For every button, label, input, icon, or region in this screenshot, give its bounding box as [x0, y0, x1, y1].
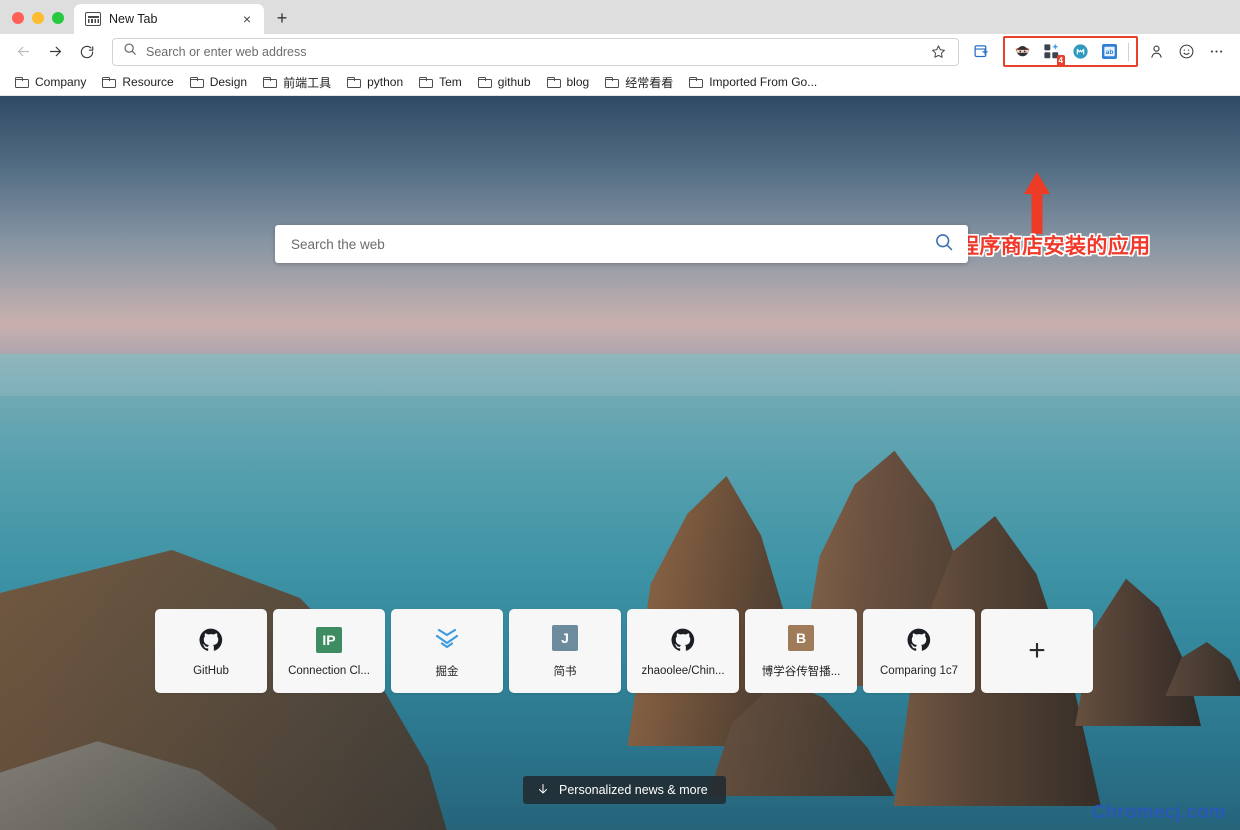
github-icon [904, 625, 934, 655]
folder-icon [263, 76, 278, 88]
collections-icon[interactable] [967, 38, 995, 66]
folder-icon [605, 76, 620, 88]
github-icon [668, 625, 698, 655]
bookmark-label: 前端工具 [283, 75, 332, 90]
address-bar[interactable]: Search or enter web address [112, 37, 959, 66]
browser-toolbar: Search or enter web address 4 ab [0, 34, 1240, 69]
folder-icon [477, 76, 492, 88]
tile-label: 简书 [553, 666, 577, 678]
search-icon [123, 42, 137, 61]
tile-juejin[interactable]: 掘金 [391, 609, 503, 693]
profile-icon[interactable] [1142, 38, 1170, 66]
address-bar-input[interactable]: Search or enter web address [146, 45, 915, 59]
site-watermark: Chromecj.com [1091, 802, 1226, 823]
extension-badge-count: 4 [1056, 54, 1065, 66]
folder-icon [15, 76, 29, 88]
plus-icon: + [1028, 634, 1046, 667]
shortcut-tiles: GitHub IP Connection Cl... 掘金 J 简书 zhaoo… [155, 609, 1093, 693]
tile-label: 博学谷传智播... [761, 666, 841, 678]
ninja-extension-icon[interactable] [1009, 39, 1035, 65]
up-arrow-annotation [1024, 172, 1050, 234]
tile-zhaoolee-chinese[interactable]: zhaoolee/Chin... [627, 609, 739, 693]
folder-icon [689, 76, 704, 88]
tile-comparing-1c7[interactable]: Comparing 1c7 [863, 609, 975, 693]
bookmark-item[interactable]: python [340, 72, 410, 92]
tile-boxuegu[interactable]: B 博学谷传智播... [745, 609, 857, 693]
bookmarks-bar: Company Resource Design 前端工具 python Tem … [0, 69, 1240, 96]
bookmark-item[interactable]: Design [183, 72, 254, 92]
github-icon [196, 625, 226, 655]
folder-icon [102, 76, 117, 88]
add-shortcut-button[interactable]: + [981, 609, 1093, 693]
bookmark-item[interactable]: 经常看看 [598, 71, 680, 94]
extensions-highlight-box: 4 ab [1003, 36, 1138, 67]
bookmark-label: blog [566, 75, 590, 89]
bookmark-item[interactable]: github [471, 72, 538, 92]
title-bar: New Tab × + [0, 0, 1240, 34]
down-arrow-icon [537, 782, 549, 799]
back-arrow-icon[interactable] [8, 38, 38, 66]
smiley-icon[interactable] [1172, 38, 1200, 66]
blocks-extension-icon[interactable]: 4 [1038, 39, 1065, 66]
web-search-input[interactable]: Search the web [291, 237, 934, 252]
new-tab-page: 从Chrome扩展程序商店安装的应用 Search the web GitHub… [0, 96, 1240, 830]
minimize-window-button[interactable] [32, 12, 44, 24]
tile-label: zhaoolee/Chin... [641, 665, 725, 677]
tile-connection-cl[interactable]: IP Connection Cl... [273, 609, 385, 693]
more-dots-icon[interactable] [1202, 38, 1230, 66]
bookmark-label: 经常看看 [625, 75, 674, 90]
bookmark-item[interactable]: Tem [412, 72, 469, 92]
bookmark-item[interactable]: Company [8, 72, 93, 92]
refresh-icon[interactable] [72, 38, 102, 66]
browser-tab[interactable]: New Tab × [74, 4, 264, 34]
close-icon[interactable]: × [238, 10, 256, 28]
tile-github[interactable]: GitHub [155, 609, 267, 693]
window-controls [0, 12, 74, 34]
jianshu-badge: J [552, 625, 578, 651]
star-icon[interactable] [924, 38, 952, 66]
folder-icon [347, 76, 362, 88]
close-window-button[interactable] [12, 12, 24, 24]
bookmark-label: github [497, 75, 531, 89]
tab-title: New Tab [109, 12, 158, 26]
bookmark-label: Resource [122, 75, 174, 89]
momentum-extension-icon[interactable] [1067, 39, 1093, 65]
search-icon[interactable] [934, 232, 954, 257]
bookmark-label: Tem [439, 75, 462, 89]
forward-arrow-icon[interactable] [40, 38, 70, 66]
juejin-icon [432, 623, 462, 653]
tile-label: Connection Cl... [288, 665, 370, 677]
new-tab-button[interactable]: + [268, 4, 296, 32]
ip-badge: IP [316, 627, 342, 653]
folder-icon [189, 76, 204, 88]
personalized-news-label: Personalized news & more [559, 783, 708, 797]
tile-jianshu[interactable]: J 简书 [509, 609, 621, 693]
folder-icon [546, 76, 561, 88]
bilibili-badge: B [788, 625, 814, 651]
folder-icon [419, 76, 434, 88]
svg-text:ab: ab [1105, 49, 1113, 56]
tile-label: GitHub [193, 665, 229, 677]
bookmark-label: Company [35, 75, 87, 89]
bookmark-label: Imported From Go... [709, 75, 818, 89]
tile-label: Comparing 1c7 [880, 665, 958, 677]
translate-extension-icon[interactable]: ab [1096, 39, 1122, 65]
ip-icon: IP [314, 625, 344, 655]
newtab-icon [85, 12, 101, 26]
bilibili-icon: B [786, 623, 816, 653]
bookmark-item[interactable]: Imported From Go... [682, 72, 824, 92]
personalized-news-button[interactable]: Personalized news & more [523, 776, 726, 804]
web-search-box[interactable]: Search the web [275, 225, 968, 263]
bookmark-item[interactable]: 前端工具 [256, 71, 338, 94]
bookmark-label: Design [209, 75, 248, 89]
bookmark-item[interactable]: blog [540, 72, 597, 92]
bookmark-item[interactable]: Resource [95, 72, 180, 92]
toolbar-divider [1128, 42, 1129, 61]
jianshu-icon: J [550, 623, 580, 653]
bookmark-label: python [367, 75, 404, 89]
zoom-window-button[interactable] [52, 12, 64, 24]
tile-label: 掘金 [435, 666, 459, 678]
